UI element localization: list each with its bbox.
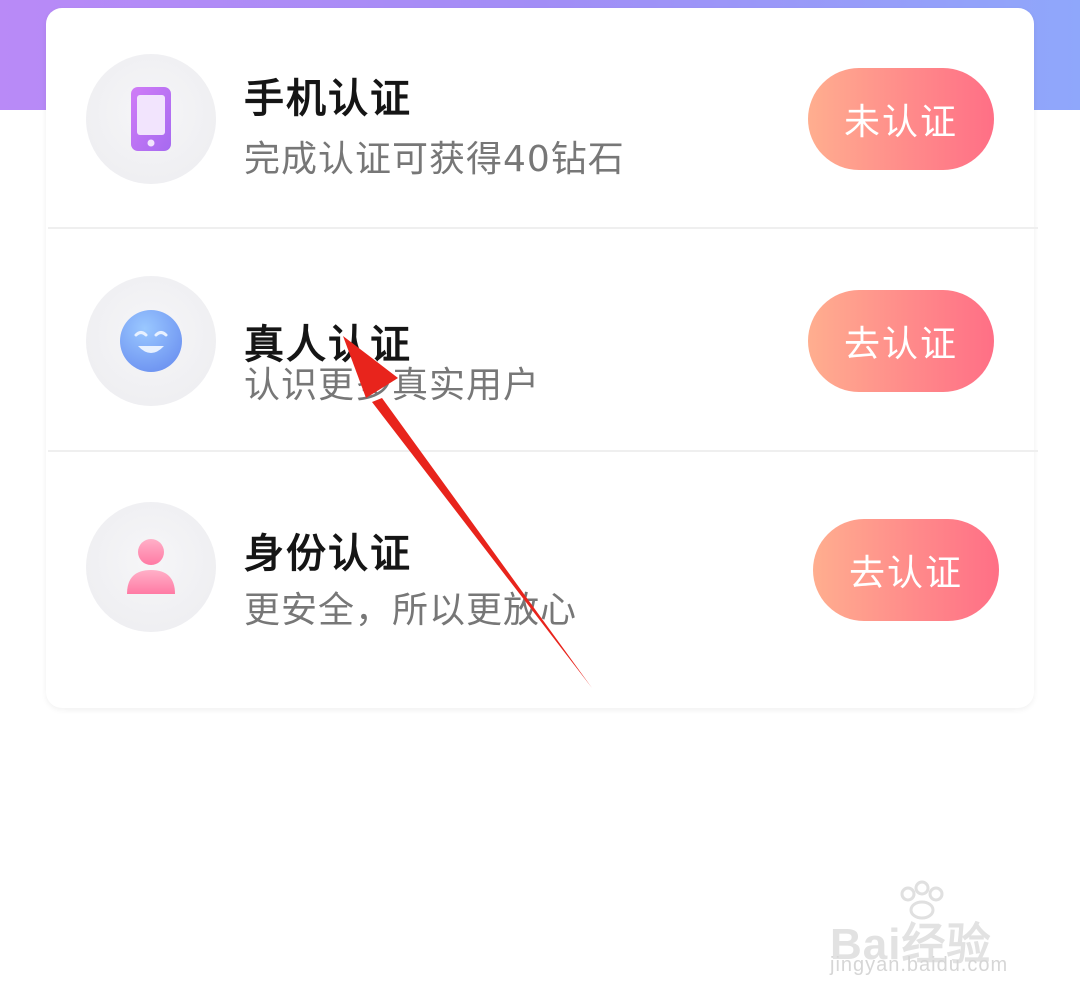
smile-face-icon <box>86 276 216 406</box>
item-title: 手机认证 <box>244 76 412 122</box>
item-subtitle: 认识更多真实用户 <box>244 365 541 406</box>
baidu-jingyan-watermark: Bai经验 jingyan.baidu.com <box>826 880 1036 990</box>
not-verified-button[interactable]: 未认证 <box>808 68 994 170</box>
list-item-real-person-verification[interactable]: 真人认证 认识更多真实用户 去认证 <box>46 230 1034 455</box>
list-item-phone-verification[interactable]: 手机认证 完成认证可获得40钻石 未认证 <box>46 8 1034 233</box>
item-subtitle: 更安全，所以更放心 <box>244 590 578 631</box>
go-verify-button[interactable]: 去认证 <box>813 519 999 621</box>
item-title: 身份认证 <box>244 531 412 577</box>
divider <box>48 227 1038 229</box>
phone-icon <box>86 54 216 184</box>
item-subtitle: 完成认证可获得40钻石 <box>244 139 625 180</box>
verification-card: 手机认证 完成认证可获得40钻石 未认证 真人认证 认识更多真实用户 去认证 身… <box>46 8 1038 708</box>
person-icon <box>86 502 216 632</box>
watermark-url: jingyan.baidu.com <box>830 954 1009 976</box>
list-item-identity-verification[interactable]: 身份认证 更安全，所以更放心 去认证 <box>46 455 1034 680</box>
page: 手机认证 完成认证可获得40钻石 未认证 真人认证 认识更多真实用户 去认证 身… <box>0 0 1080 1001</box>
divider <box>48 450 1038 452</box>
go-verify-button[interactable]: 去认证 <box>808 290 994 392</box>
